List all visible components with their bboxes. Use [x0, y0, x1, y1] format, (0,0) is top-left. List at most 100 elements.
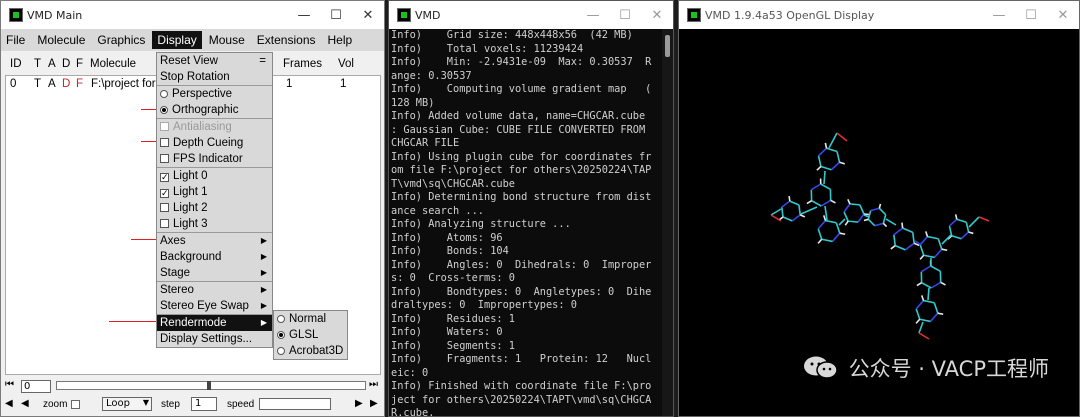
- reset-view-item[interactable]: Reset View =: [157, 53, 272, 69]
- row-top-flag[interactable]: T: [34, 78, 41, 90]
- rendermode-normal-item[interactable]: Normal: [274, 311, 347, 327]
- column-a[interactable]: A: [48, 58, 56, 70]
- bond: [781, 200, 791, 208]
- column-frames[interactable]: Frames: [283, 58, 322, 70]
- background-item[interactable]: Background ▶: [157, 249, 272, 265]
- speed-slider[interactable]: [259, 398, 331, 410]
- menu-graphics[interactable]: Graphics: [92, 31, 150, 49]
- step-input[interactable]: 1: [191, 397, 217, 411]
- bond: [915, 308, 921, 320]
- menu-help[interactable]: Help: [323, 31, 358, 49]
- light3-item[interactable]: Light 3: [157, 216, 272, 232]
- frame-slider[interactable]: [56, 381, 366, 390]
- light1-item[interactable]: ✓ Light 1: [157, 184, 272, 200]
- annotation-line: [109, 321, 156, 322]
- watermark-text: 公众号 · VACP工程师: [848, 357, 1049, 381]
- console-line: Info) Finished with coordinate file F:\p…: [391, 380, 652, 392]
- stop-rotation-item[interactable]: Stop Rotation: [157, 69, 272, 85]
- frame-input[interactable]: 0: [21, 380, 51, 393]
- speed-label: speed: [227, 399, 255, 410]
- row-active-flag[interactable]: A: [48, 78, 56, 90]
- row-id[interactable]: 0: [10, 78, 16, 90]
- bond: [811, 200, 822, 207]
- title-bar: VMD — ☐ ✕: [389, 1, 673, 29]
- play-reverse-button[interactable]: ◀: [5, 398, 13, 409]
- bond: [843, 203, 851, 213]
- menu-extensions[interactable]: Extensions: [252, 31, 321, 49]
- submenu-arrow-icon: ▶: [260, 301, 267, 310]
- minimize-button[interactable]: —: [983, 8, 1015, 23]
- rendermode-submenu: Normal GLSL Acrobat3D: [273, 310, 348, 360]
- scrollbar-thumb[interactable]: [665, 35, 670, 57]
- console-scrollbar[interactable]: [662, 29, 673, 416]
- menu-mouse[interactable]: Mouse: [204, 31, 250, 49]
- play-forward-button[interactable]: ▶: [370, 398, 378, 409]
- zoom-checkbox[interactable]: [71, 400, 80, 409]
- slider-handle[interactable]: [207, 381, 211, 390]
- step-back-button[interactable]: ◀: [21, 398, 29, 409]
- orthographic-label: Orthographic: [172, 104, 239, 116]
- wechat-logo-icon: [803, 355, 839, 381]
- close-button[interactable]: ✕: [352, 8, 384, 23]
- maximize-button[interactable]: ☐: [609, 8, 641, 23]
- minimize-button[interactable]: —: [577, 8, 609, 23]
- maximize-button[interactable]: ☐: [320, 8, 352, 23]
- console-output[interactable]: Info) Grid size: 448x448x56 (42 MB) Info)…: [391, 29, 661, 416]
- column-d[interactable]: D: [62, 58, 70, 70]
- close-button[interactable]: ✕: [641, 8, 673, 23]
- loop-select[interactable]: Loop ▼: [102, 397, 152, 411]
- row-fixed-flag[interactable]: F: [76, 78, 83, 90]
- bond: [806, 200, 813, 205]
- bond: [940, 281, 946, 286]
- bond: [956, 218, 967, 223]
- perspective-item[interactable]: Perspective: [157, 85, 272, 102]
- rendermode-item[interactable]: Rendermode ▶: [157, 314, 272, 331]
- fps-indicator-label: FPS Indicator: [173, 153, 243, 165]
- display-settings-item[interactable]: Display Settings...: [157, 331, 272, 347]
- close-button[interactable]: ✕: [1047, 8, 1079, 23]
- maximize-button[interactable]: ☐: [1015, 8, 1047, 23]
- submenu-arrow-icon: ▶: [260, 268, 267, 277]
- rendermode-glsl-item[interactable]: GLSL: [274, 327, 347, 343]
- bond: [902, 227, 914, 234]
- perspective-label: Perspective: [172, 88, 233, 100]
- bond: [863, 214, 870, 218]
- stereo-eye-swap-item[interactable]: Stereo Eye Swap ▶: [157, 298, 272, 314]
- row-drawn-flag[interactable]: D: [62, 78, 70, 90]
- stage-item[interactable]: Stage ▶: [157, 265, 272, 281]
- row-molecule-name[interactable]: F:\project for: [91, 78, 156, 90]
- bond: [828, 132, 838, 149]
- light2-item[interactable]: Light 2: [157, 200, 272, 216]
- menu-molecule[interactable]: Molecule: [32, 31, 90, 49]
- light0-item[interactable]: ✓ Light 0: [157, 167, 272, 184]
- minimize-button[interactable]: —: [288, 8, 320, 23]
- column-vol[interactable]: Vol: [338, 58, 354, 70]
- depth-cueing-item[interactable]: Depth Cueing: [157, 135, 272, 151]
- rewind-start-button[interactable]: ⏮: [5, 379, 14, 390]
- checkbox-checked-icon: ✓: [160, 188, 169, 198]
- bond: [918, 321, 924, 334]
- tearoff-handle[interactable]: =: [259, 53, 266, 69]
- column-f[interactable]: F: [76, 58, 83, 70]
- acrobat3d-label: Acrobat3D: [289, 345, 344, 357]
- checkbox-checked-icon: ✓: [160, 172, 169, 182]
- console-line: T\vmd\sq\CHGCAR.cube: [391, 177, 515, 190]
- step-forward-button[interactable]: ▶: [355, 398, 363, 409]
- bond: [927, 235, 939, 240]
- column-id[interactable]: ID: [10, 58, 22, 70]
- menu-display[interactable]: Display: [152, 31, 202, 49]
- rendermode-acrobat3d-item[interactable]: Acrobat3D: [274, 343, 347, 359]
- depth-cueing-label: Depth Cueing: [173, 137, 244, 149]
- forward-end-button[interactable]: ⏭: [369, 379, 378, 390]
- orthographic-item[interactable]: Orthographic: [157, 102, 272, 118]
- bond: [965, 222, 970, 233]
- fps-indicator-item[interactable]: FPS Indicator: [157, 151, 272, 167]
- menu-file[interactable]: File: [1, 31, 30, 49]
- bond: [937, 238, 943, 250]
- bond: [924, 231, 929, 237]
- stereo-item[interactable]: Stereo ▶: [157, 281, 272, 298]
- column-molecule[interactable]: Molecule: [90, 58, 136, 70]
- axes-item[interactable]: Axes ▶: [157, 232, 272, 249]
- console-line: R.cube.: [391, 407, 435, 416]
- column-t[interactable]: T: [34, 58, 41, 70]
